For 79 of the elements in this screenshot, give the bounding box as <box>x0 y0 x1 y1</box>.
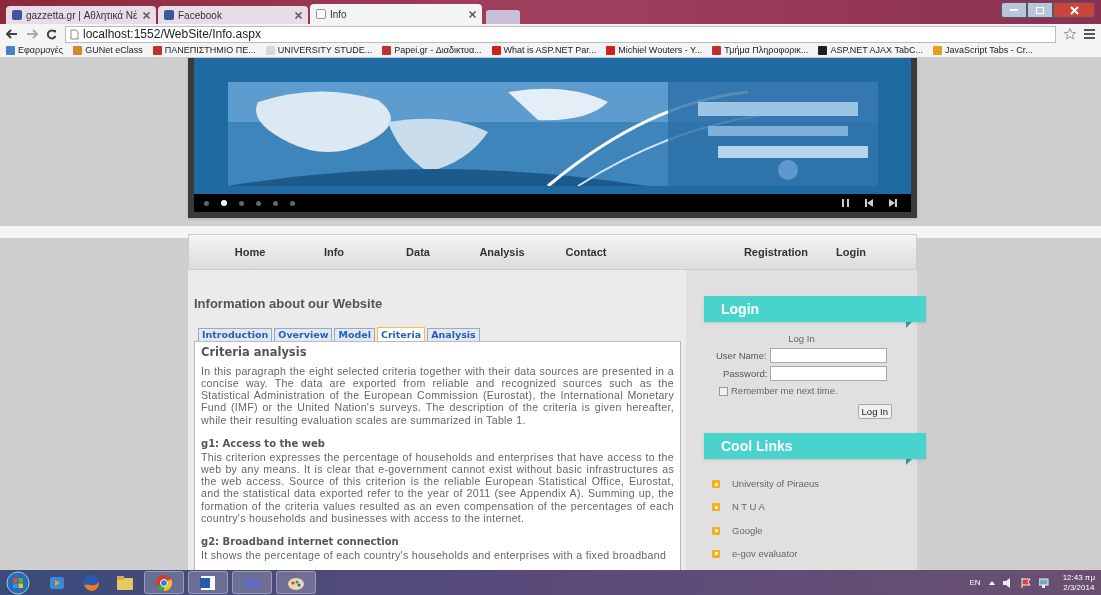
speaker-icon[interactable] <box>1002 577 1013 588</box>
content-tab[interactable]: Introduction <box>198 327 273 341</box>
checkbox-label: Remember me next time. <box>731 384 838 399</box>
bullet-icon <box>712 503 720 512</box>
paragraph: This criterion expresses the percentage of households and enterprises that have access to the web by any means. It is clear that e-government cannot exist without basic infrastructures as the web access. Source of this criterion is the reliable European Statistical Office, Eurostat, and the statistical data exported refer to the year of 2011 (see Appendix A). Summing up, the formation of the criteria values resulted as an even compensation of the percentages of each country's households and businesses with access to the internet. <box>201 450 674 524</box>
content-tab[interactable]: Analysis <box>427 327 480 341</box>
close-icon[interactable] <box>469 10 476 18</box>
content-tab[interactable]: Model <box>334 327 375 341</box>
close-icon[interactable] <box>295 11 302 19</box>
browser-tab[interactable]: Facebook <box>158 6 308 24</box>
paragraph: It shows the percentage of each country's households and enterprises with a fixed broadband <box>201 549 668 562</box>
section-title: Criteria analysis <box>201 343 308 361</box>
taskbar-button[interactable] <box>144 571 184 594</box>
content-tab[interactable]: Overview <box>274 327 333 341</box>
login-header: Login <box>704 296 926 322</box>
start-icon[interactable] <box>6 570 30 595</box>
pause-icon[interactable] <box>842 199 849 207</box>
previous-icon[interactable] <box>865 199 873 207</box>
bookmark[interactable]: Papei.gr - Διαδικτυα... <box>382 44 482 57</box>
address-bar[interactable]: localhost:1552/WebSite/Info.aspx <box>65 25 1056 43</box>
clock[interactable]: 12:43 πμ 2/3/2014 <box>1062 572 1095 593</box>
bookmark[interactable]: GUNet eClass <box>73 44 143 57</box>
login-button[interactable]: Log In <box>857 403 892 419</box>
nav-link[interactable]: Info <box>293 243 375 261</box>
taskbar-button[interactable] <box>276 571 316 594</box>
back-icon[interactable] <box>6 29 18 39</box>
browser-tab[interactable]: Info <box>310 4 482 24</box>
nav-link[interactable]: Data <box>377 243 459 261</box>
reload-icon[interactable] <box>46 28 57 40</box>
close-icon[interactable] <box>143 11 150 19</box>
nav-link[interactable]: Registration <box>731 243 821 261</box>
next-icon[interactable] <box>889 199 897 207</box>
language-indicator[interactable]: EN <box>969 576 981 589</box>
bookmark[interactable]: Τμήμα Πληροφορικ... <box>712 44 809 57</box>
bullet-icon <box>712 480 720 489</box>
minimize-icon[interactable] <box>1001 2 1027 18</box>
page-heading: Information about our Website <box>194 295 384 313</box>
nav-link[interactable]: Login <box>824 243 878 261</box>
link[interactable]: N T U A <box>732 500 765 515</box>
browser-tab[interactable]: gazzetta.gr | Αθλητικά Νέ <box>6 6 156 24</box>
flag-icon[interactable] <box>1020 577 1031 588</box>
nav-link[interactable]: Analysis <box>461 243 543 261</box>
password-field[interactable] <box>770 366 888 382</box>
content-tab[interactable]: Criteria <box>376 326 426 341</box>
bookmark[interactable]: Εφαρμογές <box>6 44 64 57</box>
tab-favicon <box>12 10 22 20</box>
network-icon[interactable] <box>1038 577 1049 588</box>
menu-icon[interactable] <box>1084 29 1095 39</box>
bullet-icon <box>712 549 720 558</box>
field-label: Password: <box>723 366 768 381</box>
field-label: User Name: <box>716 348 767 363</box>
bookmark[interactable]: What is ASP.NET Par... <box>491 44 597 57</box>
tab-favicon <box>164 10 174 20</box>
bookmark[interactable]: ΠΑΝΕΠΙΣΤΗΜΙΟ ΠΕ... <box>152 44 256 57</box>
bookmark[interactable]: Michiel Wouters - Y... <box>606 44 703 57</box>
bookmark[interactable]: ASP.NET AJAX TabC... <box>818 44 923 57</box>
user-name-field[interactable] <box>769 348 887 364</box>
nav-link[interactable]: Home <box>209 243 291 261</box>
criterion-title: g1: Access to the web <box>201 437 326 450</box>
tab-favicon <box>316 9 326 19</box>
fox-globe-icon <box>81 572 101 593</box>
bookmark[interactable]: UNIVERSITY STUDE... <box>265 44 373 57</box>
links-header: Cool Links <box>704 433 926 459</box>
link[interactable]: e-gov evaluator <box>732 546 798 561</box>
browser-icon <box>154 572 174 593</box>
star-icon[interactable] <box>1064 28 1076 40</box>
bookmark[interactable]: JavaScript Tabs - Cr... <box>932 44 1033 57</box>
bullet-icon <box>712 526 720 535</box>
criterion-title: g2: Broadband internet connection <box>201 536 400 548</box>
checkbox[interactable] <box>719 386 728 396</box>
form-caption: Log In <box>788 332 815 346</box>
link[interactable]: Google <box>732 523 763 538</box>
maximize-icon[interactable] <box>1027 2 1053 18</box>
tray-expand-icon[interactable] <box>988 580 995 585</box>
paragraph: In this paragraph the eight selected criteria together with their data sources are presented in a concise way. The data are exported from reliable and recognized sources such as the Statistical Administration of the European Commission (Eurostat), the International Monetary Fund (IMF) or the United Nation's surveys. The description of the criteria is given hereafter, while their resulting evaluation scales are summarized in Table 1. <box>201 364 674 426</box>
close-icon[interactable] <box>1053 2 1095 18</box>
taskbar-button[interactable] <box>188 571 228 594</box>
nav-link[interactable]: Contact <box>545 243 627 261</box>
link[interactable]: University of Piraeus <box>732 477 820 492</box>
